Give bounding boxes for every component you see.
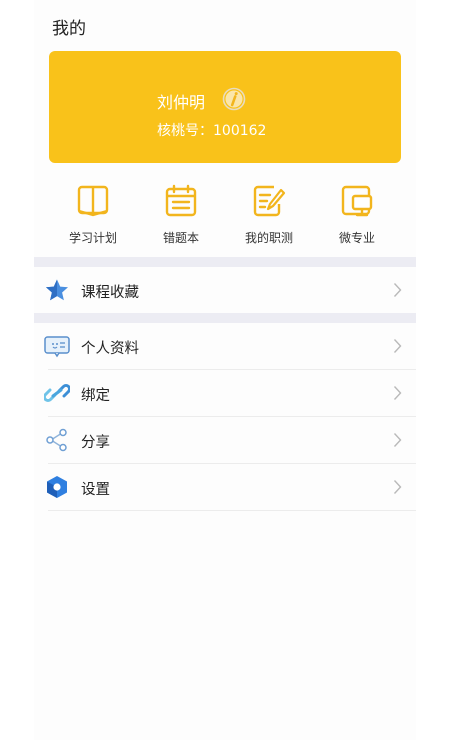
chevron-right-icon [393,283,402,297]
profile-name: 刘仲明 [157,93,206,112]
menu-row-profile[interactable]: 个人资料 [34,323,416,369]
profile-id: 核桃号：100162 [157,123,267,139]
chevron-right-icon [393,480,402,494]
quick-label: 错题本 [162,231,199,245]
menu-row-share[interactable]: 分享 [34,417,416,463]
menu-row-bind[interactable]: 绑定 [34,370,416,416]
quick-study-plan[interactable]: 学习计划 [58,184,128,250]
monitor-icon [341,185,373,217]
section-divider [34,313,416,323]
menu-row-settings[interactable]: 设置 [34,464,416,510]
quick-actions: 学习计划 错题本 我的职测 微专业 [34,184,416,250]
star-icon [46,279,68,301]
menu-label: 绑定 [81,388,110,404]
section-divider [34,257,416,267]
edit-note-icon [253,185,286,217]
menu-label: 课程收藏 [81,285,139,301]
menu-label: 设置 [81,482,110,498]
row-separator [48,510,416,511]
quick-micro-major[interactable]: 微专业 [322,184,392,250]
profile-card[interactable]: 刘仲明 核桃号：100162 [49,51,401,163]
book-icon [77,185,109,217]
profile-screen: 我的 刘仲明 核桃号：100162 学习计划 错题本 我的职测 微专业 课程收藏… [34,0,416,740]
share-icon [46,428,67,452]
chevron-right-icon [393,386,402,400]
calendar-icon [165,184,197,217]
quick-my-test[interactable]: 我的职测 [234,184,304,250]
quick-wrong-book[interactable]: 错题本 [146,184,216,250]
chevron-right-icon [393,433,402,447]
chevron-right-icon [393,339,402,353]
quick-label: 微专业 [338,231,375,245]
menu-row-favorites[interactable]: 课程收藏 [34,267,416,313]
quick-label: 学习计划 [68,231,117,245]
link-icon [44,383,70,403]
quick-label: 我的职测 [244,231,293,245]
info-badge-icon[interactable] [222,87,246,111]
hexagon-settings-icon [47,476,67,498]
page-title: 我的 [52,19,86,39]
menu-label: 个人资料 [81,341,139,357]
id-card-icon [44,336,70,358]
menu-label: 分享 [81,435,110,451]
